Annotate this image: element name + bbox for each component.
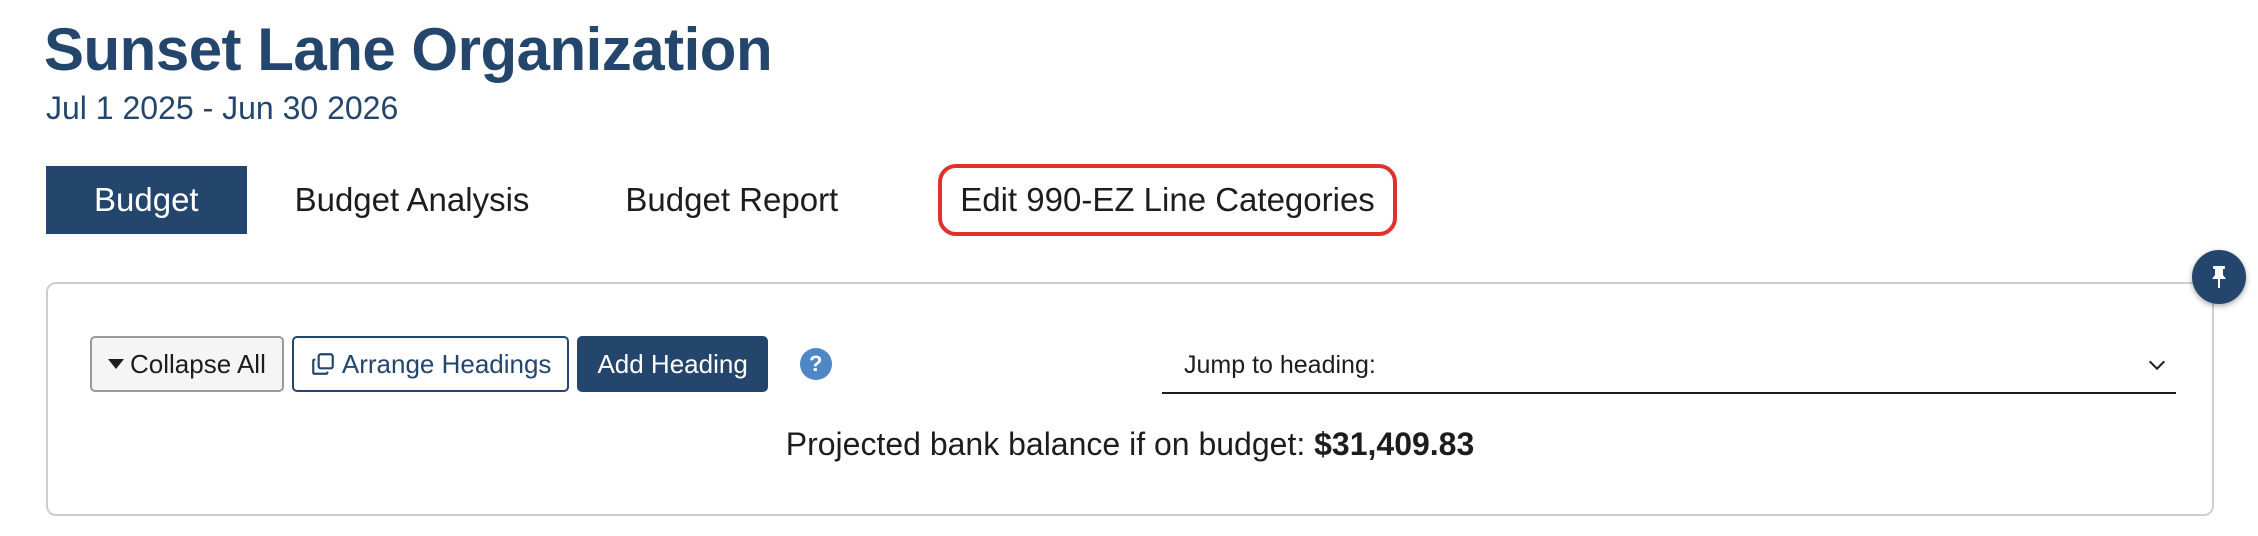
page: Sunset Lane Organization Jul 1 2025 - Ju… [0, 0, 2258, 536]
jump-to-heading-label: Jump to heading: [1184, 350, 1376, 379]
budget-date-range: Jul 1 2025 - Jun 30 2026 [46, 90, 399, 126]
collapse-all-button[interactable]: Collapse All [90, 336, 284, 392]
organization-title: Sunset Lane Organization [44, 16, 773, 83]
tab-budget-report[interactable]: Budget Report [577, 166, 886, 234]
add-heading-button[interactable]: Add Heading [577, 336, 768, 392]
tab-budget-analysis[interactable]: Budget Analysis [247, 166, 578, 234]
tab-edit-990ez-line-categories[interactable]: Edit 990-EZ Line Categories [938, 164, 1397, 236]
caret-down-icon [108, 359, 124, 369]
tab-bar: Budget Budget Analysis Budget Report Edi… [46, 164, 1397, 236]
budget-toolbar: Collapse All Arrange Headings Add Headin… [90, 336, 832, 392]
pin-button[interactable] [2192, 250, 2246, 304]
tab-budget[interactable]: Budget [46, 166, 247, 234]
thumbtack-icon [2212, 266, 2226, 288]
projected-balance-label: Projected bank balance if on budget: [785, 426, 1306, 462]
projected-balance-amount: $31,409.83 [1314, 426, 1475, 462]
projected-balance: Projected bank balance if on budget: $31… [48, 426, 2212, 463]
collapse-all-label: Collapse All [130, 348, 266, 379]
arrange-headings-label: Arrange Headings [341, 348, 552, 379]
arrange-headings-button[interactable]: Arrange Headings [291, 336, 570, 392]
jump-to-heading-select[interactable]: Jump to heading: [1162, 338, 2176, 394]
budget-panel: Collapse All Arrange Headings Add Headin… [46, 282, 2214, 516]
chevron-down-icon [2148, 360, 2166, 371]
question-circle-icon[interactable]: ? [799, 348, 832, 380]
copy-icon [312, 353, 334, 375]
